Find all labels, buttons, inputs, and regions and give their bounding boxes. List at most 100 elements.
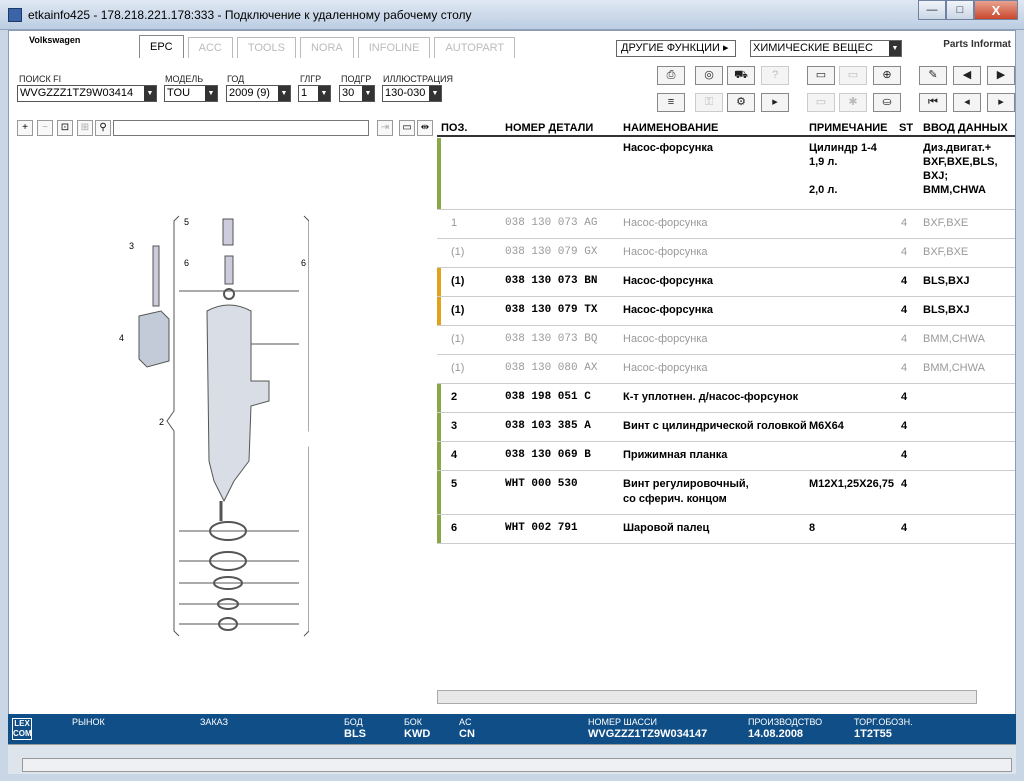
forward-icon[interactable]: ▸ <box>987 93 1015 112</box>
cell-part-number: 038 103 385 A <box>505 420 591 432</box>
cell-name: К-т уплотнен. д/насос-форсунок <box>623 391 799 403</box>
list-icon[interactable]: ≡ <box>657 93 685 112</box>
table-scrollbar[interactable] <box>437 690 977 704</box>
chemicals-select[interactable]: ХИМИЧЕСКИЕ ВЕЩЕС ▼ <box>750 40 902 57</box>
podgr-select[interactable]: 30 ▼ <box>339 85 375 102</box>
table-row[interactable]: (1) 038 130 073 BN Насос-форсунка 4 BLS,BXJ <box>437 268 1015 297</box>
table-row[interactable]: 3 038 103 385 A Винт с цилиндрической голо… <box>437 413 1015 442</box>
chassis-value: WVGZZZ1TZ9W034147 <box>588 728 708 740</box>
search-select[interactable]: WVGZZZ1TZ9W03414 ▼ <box>17 85 157 102</box>
cell-st: 4 <box>901 362 908 374</box>
back-icon[interactable]: ◂ <box>953 93 981 112</box>
table-row[interactable]: (1) 038 130 079 GX Насос-форсунка 4 BXF,BXE <box>437 239 1015 268</box>
illus-select[interactable]: 130-030 ▼ <box>382 85 442 102</box>
zoom-fit-icon[interactable]: ⊡ <box>57 120 73 136</box>
cell-pos: 6 <box>451 522 458 534</box>
table-row[interactable]: (1) 038 130 080 AX Насос-форсунка 4 BMM,CHWA <box>437 355 1015 384</box>
col-data[interactable]: ВВОД ДАННЫХ <box>923 122 1008 134</box>
bok-value: KWD <box>404 728 431 740</box>
cell-name: Винт регулировочный, <box>623 478 749 490</box>
prev-page-icon[interactable]: ◀ <box>953 66 981 85</box>
cell-name: Насос-форсунка <box>623 304 713 316</box>
link-icon[interactable]: ⇥ <box>377 120 393 136</box>
chevron-down-icon: ▼ <box>278 86 290 101</box>
search-part-icon[interactable]: ◎ <box>695 66 723 85</box>
col-name[interactable]: НАИМЕНОВАНИЕ <box>623 122 718 134</box>
tab-nora[interactable]: NORA <box>299 37 354 58</box>
cart-add-icon[interactable]: ⊕ <box>873 66 901 85</box>
magnifier-icon[interactable]: ⚲ <box>95 120 111 136</box>
minimize-button[interactable]: — <box>918 0 946 20</box>
pin-icon[interactable]: ✎ <box>919 66 947 85</box>
row-marker <box>437 268 441 296</box>
window-icon[interactable]: ▭ <box>399 120 415 136</box>
export-icon[interactable]: ▭ <box>839 66 867 85</box>
cell-st: 4 <box>901 449 908 461</box>
close-button[interactable]: X <box>974 0 1018 20</box>
model-select[interactable]: TOU ▼ <box>164 85 218 102</box>
cart-icon[interactable]: ⛀ <box>873 93 901 112</box>
col-note[interactable]: ПРИМЕЧАНИЕ <box>809 122 888 134</box>
cell-part-number: WHT 000 530 <box>505 478 578 490</box>
table-row[interactable]: (1) 038 130 073 BQ Насос-форсунка 4 BMM,CHWA <box>437 326 1015 355</box>
elsa-icon[interactable]: ▭ <box>807 66 835 85</box>
col-st[interactable]: ST <box>899 122 913 134</box>
car-icon[interactable]: ⛟ <box>727 66 755 85</box>
cell-st: 4 <box>901 217 908 229</box>
tab-acc[interactable]: ACC <box>187 37 233 58</box>
table-row[interactable]: 1 038 130 073 AG Насос-форсунка 4 BXF,BXE <box>437 210 1015 239</box>
illustration-diagram: 1 2 3 4 5 6 6 <box>119 215 309 637</box>
cell-note: 1,9 л. <box>809 156 838 168</box>
cell-name: Прижимная планка <box>623 449 728 461</box>
table-row[interactable]: 6 WHT 002 791 Шаровой палец 8 4 <box>437 515 1015 544</box>
cell-part-number: 038 130 073 BQ <box>505 333 598 345</box>
help-icon[interactable]: ? <box>761 66 789 85</box>
cell-part-number: 038 130 080 AX <box>505 362 598 374</box>
tab-epc[interactable]: EPC <box>139 35 184 58</box>
tab-tools[interactable]: TOOLS <box>236 37 296 58</box>
glgr-select[interactable]: 1 ▼ <box>298 85 331 102</box>
row-marker <box>437 515 441 543</box>
tab-autopart[interactable]: AUTOPART <box>434 37 516 58</box>
maximize-button[interactable]: □ <box>946 0 974 20</box>
split-icon[interactable]: ⇹ <box>417 120 433 136</box>
cell-part-number: 038 130 069 B <box>505 449 591 461</box>
tab-infoline[interactable]: INFOLINE <box>357 37 431 58</box>
torg-label: ТОРГ.ОБОЗН. <box>854 717 913 727</box>
table-row-header[interactable]: Насос-форсунка Цилиндр 1-4 1,9 л. 2,0 л.… <box>437 138 1015 210</box>
doc-icon[interactable]: ▭ <box>807 93 835 112</box>
tab-bar: EPC ACC TOOLS NORA INFOLINE AUTOPART <box>139 35 519 58</box>
order-label[interactable]: ЗАКАЗ <box>200 717 228 727</box>
ac-label: AC <box>459 717 472 727</box>
chemicals-value: ХИМИЧЕСКИЕ ВЕЩЕС <box>753 42 873 54</box>
zoom-in-icon[interactable]: + <box>17 120 33 136</box>
bike-icon[interactable]: ⚙ <box>727 93 755 112</box>
illustration-search-input[interactable] <box>113 120 369 136</box>
lexcom-logo: LEX COM <box>12 718 32 740</box>
table-row[interactable]: (1) 038 130 079 TX Насос-форсунка 4 BLS,BXJ <box>437 297 1015 326</box>
next-page-icon[interactable]: ▶ <box>987 66 1015 85</box>
year-select[interactable]: 2009 (9) ▼ <box>226 85 291 102</box>
play-icon[interactable]: ▸ <box>761 93 789 112</box>
cell-pos: (1) <box>451 362 465 374</box>
col-pos[interactable]: ПОЗ. <box>441 122 467 134</box>
key-icon[interactable]: ⚿ <box>695 93 723 112</box>
table-row[interactable]: 2 038 198 051 C К-т уплотнен. д/насос-форс… <box>437 384 1015 413</box>
horizontal-scrollbar[interactable] <box>22 758 1012 772</box>
market-label[interactable]: РЫНОК <box>72 717 105 727</box>
cell-st: 4 <box>901 246 908 258</box>
torg-value: 1T2T55 <box>854 728 892 740</box>
search-value: WVGZZZ1TZ9W03414 <box>20 87 134 99</box>
table-row[interactable]: 4 038 130 069 B Прижимная планка 4 <box>437 442 1015 471</box>
col-part-number[interactable]: НОМЕР ДЕТАЛИ <box>505 122 593 134</box>
other-functions-button[interactable]: ДРУГИЕ ФУНКЦИИ ▸ <box>616 40 736 57</box>
year-value: 2009 (9) <box>229 87 270 99</box>
zoom-window-icon[interactable]: ⊞ <box>77 120 93 136</box>
year-label: ГОД <box>227 74 245 84</box>
print-icon[interactable]: ⎙ <box>657 66 685 85</box>
zoom-out-icon[interactable]: − <box>37 120 53 136</box>
tool-icon[interactable]: ✱ <box>839 93 867 112</box>
first-icon[interactable]: ⏮ <box>919 93 947 112</box>
callout-2: 2 <box>159 417 164 427</box>
table-row[interactable]: 5 WHT 000 530 Винт регулировочный, M12X1,25… <box>437 471 1015 515</box>
